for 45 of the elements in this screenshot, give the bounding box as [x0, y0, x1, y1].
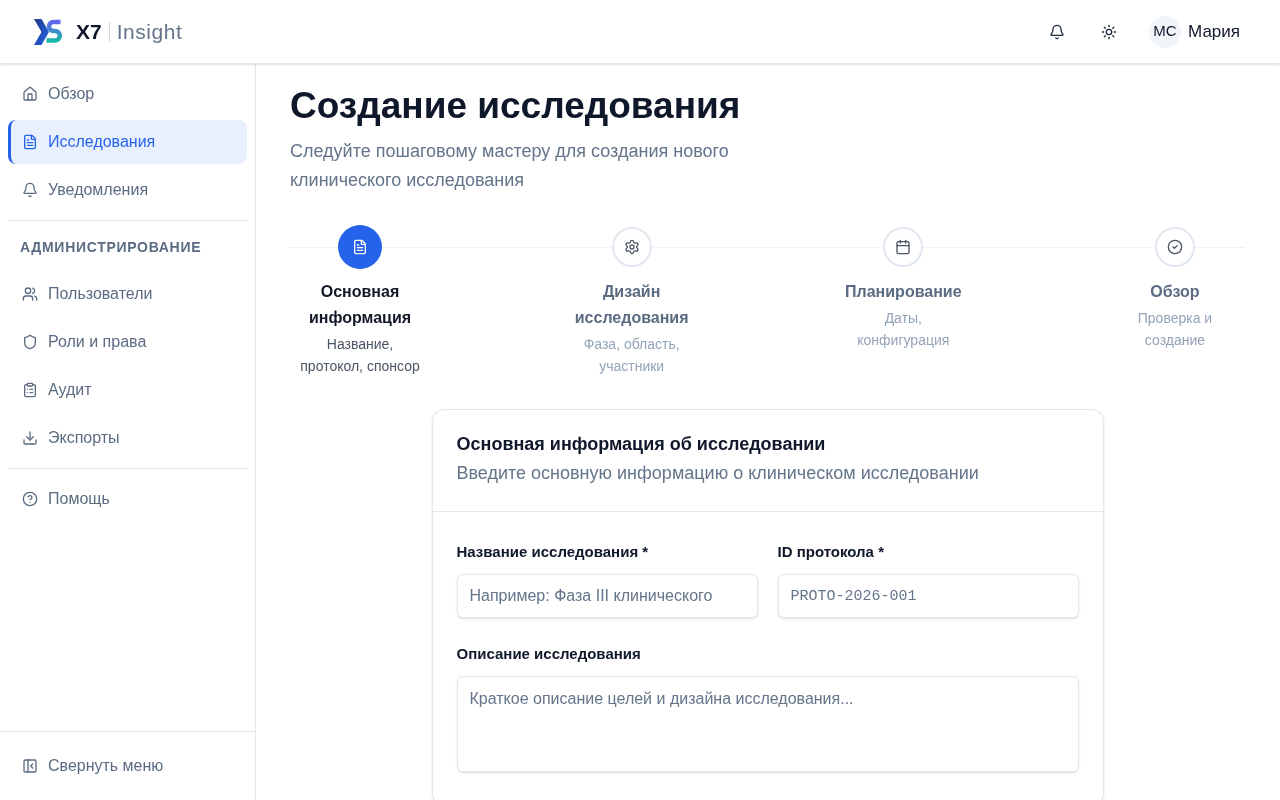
sun-icon: [1101, 23, 1118, 40]
bell-icon: [22, 182, 38, 198]
bell-icon: [1049, 23, 1066, 40]
sidebar-item[interactable]: Исследования: [8, 120, 247, 164]
help-icon: [22, 491, 38, 507]
section-heading: АДМИНИСТРИРОВАНИЕ: [20, 238, 202, 257]
product-name: Insight: [116, 18, 183, 45]
download-icon: [22, 430, 38, 446]
step-description: Название, протокол, спонсор: [299, 335, 421, 376]
avatar: МС: [1149, 15, 1182, 48]
users-icon: [22, 286, 38, 302]
step-title: Планирование: [845, 282, 962, 302]
sidebar-item[interactable]: Уведомления: [8, 168, 247, 212]
page-subtitle: Следуйте пошаговому мастеру для создания нового клинического исследования: [290, 140, 730, 192]
sidebar-item[interactable]: Обзор: [8, 72, 247, 116]
sidebar-item[interactable]: Роли и права: [8, 320, 247, 364]
input-field[interactable]: PROTO-2026-001: [777, 574, 1079, 618]
step-title: Основная информация: [307, 282, 413, 328]
step-description: Фаза, область, участники: [582, 335, 681, 376]
collapse-menu-button[interactable]: Свернуть меню: [8, 744, 176, 788]
document-icon: [338, 225, 382, 269]
input-field[interactable]: Например: Фаза III клинического: [456, 574, 758, 618]
field-label: Описание исследования: [456, 644, 641, 664]
sidebar-item[interactable]: Аудит: [8, 368, 247, 412]
step-title: Обзор: [1150, 282, 1200, 302]
brand-name: X7: [76, 18, 102, 45]
clipboard-icon: [22, 382, 38, 398]
field-label: ID протокола *: [777, 542, 884, 562]
step-title: Дизайн исследования: [573, 282, 690, 328]
field-label: Название исследования *: [456, 542, 649, 562]
sidebar-item[interactable]: Пользователи: [8, 272, 247, 316]
sidebar-item[interactable]: Помощь: [8, 477, 247, 521]
collapse-sidebar-icon: [22, 758, 38, 774]
step-description: Проверка и создание: [1136, 309, 1214, 350]
user-name: Мария: [1188, 20, 1240, 43]
card-title: Основная информация об исследовании: [456, 433, 826, 456]
textarea-field[interactable]: Краткое описание целей и дизайна исследования...: [456, 676, 1079, 772]
step-description: Даты, конфигурация: [856, 309, 951, 350]
logo-icon: [34, 18, 62, 45]
shield-icon: [22, 334, 38, 350]
page-title: Создание исследования: [290, 86, 741, 126]
home-icon: [22, 86, 38, 102]
document-icon: [22, 134, 38, 150]
sidebar-item[interactable]: Экспорты: [8, 416, 247, 460]
card-description: Введите основную информацию о клиническом исследовании: [456, 462, 979, 485]
